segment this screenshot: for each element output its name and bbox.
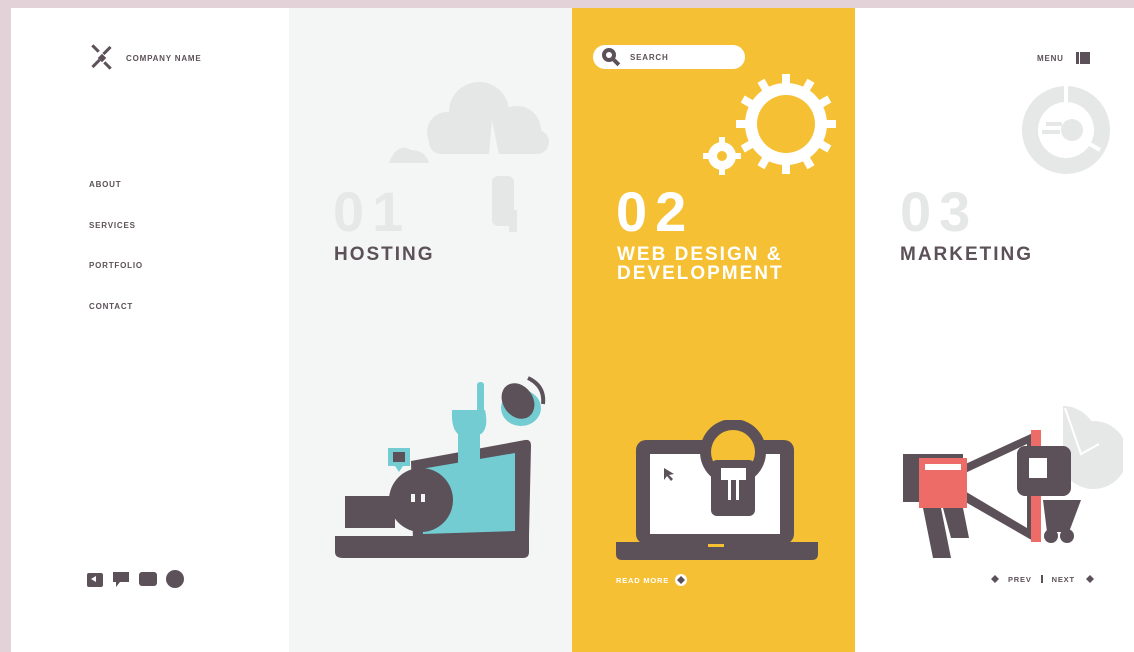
search-icon[interactable] xyxy=(601,47,621,67)
megaphone-icon xyxy=(903,406,1123,558)
read-more-label: READ MORE xyxy=(616,575,670,585)
menu-button[interactable]: MENU xyxy=(1037,52,1090,64)
gears-icon xyxy=(703,74,836,175)
search-input[interactable]: SEARCH xyxy=(630,53,669,62)
video-icon[interactable] xyxy=(139,572,157,591)
company-name: COMPANY NAME xyxy=(126,53,202,63)
nav-item-contact[interactable]: CONTACT xyxy=(89,302,143,343)
pager: PREV NEXT xyxy=(990,574,1095,584)
service-title: HOSTING xyxy=(334,244,435,265)
main-nav: ABOUT SERVICES PORTFOLIO CONTACT xyxy=(89,180,143,342)
next-label: NEXT xyxy=(1051,574,1075,584)
share-icon[interactable] xyxy=(87,571,103,592)
pager-divider xyxy=(1040,575,1043,583)
menu-label: MENU xyxy=(1037,53,1064,63)
globe-icon[interactable] xyxy=(166,570,184,593)
service-title: WEB DESIGN & DEVELOPMENT xyxy=(617,244,784,284)
next-button[interactable]: NEXT xyxy=(1052,574,1095,584)
service-number: 02 xyxy=(616,180,695,243)
laptop-cloud-icon xyxy=(335,376,546,558)
cloud-pointer-icon xyxy=(389,82,549,232)
arrow-right-icon xyxy=(1085,575,1094,583)
x-logo-icon xyxy=(91,44,112,70)
sidebar: COMPANY NAME ABOUT SERVICES PORTFOLIO CO… xyxy=(11,8,289,652)
laptop-lightbulb-icon xyxy=(616,420,818,560)
read-more-link[interactable]: READ MORE xyxy=(616,574,688,586)
service-number: 01 xyxy=(333,180,412,243)
service-number: 03 xyxy=(900,180,979,243)
page-frame: COMPANY NAME ABOUT SERVICES PORTFOLIO CO… xyxy=(11,8,1134,652)
search-bar[interactable]: SEARCH xyxy=(593,45,745,69)
nav-item-about[interactable]: ABOUT xyxy=(89,180,143,221)
service-title: MARKETING xyxy=(900,244,1034,265)
nav-item-portfolio[interactable]: PORTFOLIO xyxy=(89,261,143,302)
service-web-design: SEARCH 02 WEB DESIGN & DEVELOPMENT READ … xyxy=(572,8,855,652)
social-links xyxy=(87,570,193,593)
brand[interactable]: COMPANY NAME xyxy=(88,44,202,72)
service-marketing: MENU 03 MARKETING PREV NEXT xyxy=(855,8,1134,652)
menu-icon xyxy=(1075,52,1090,64)
arrow-right-icon xyxy=(675,574,688,586)
prev-button[interactable]: PREV xyxy=(990,574,1032,584)
arrow-left-icon xyxy=(991,575,999,583)
nav-item-services[interactable]: SERVICES xyxy=(89,221,143,262)
chat-icon[interactable] xyxy=(112,570,130,593)
prev-label: PREV xyxy=(1008,574,1032,584)
service-hosting: 01 HOSTING xyxy=(289,8,572,652)
speed-gauge-icon xyxy=(1022,86,1110,174)
